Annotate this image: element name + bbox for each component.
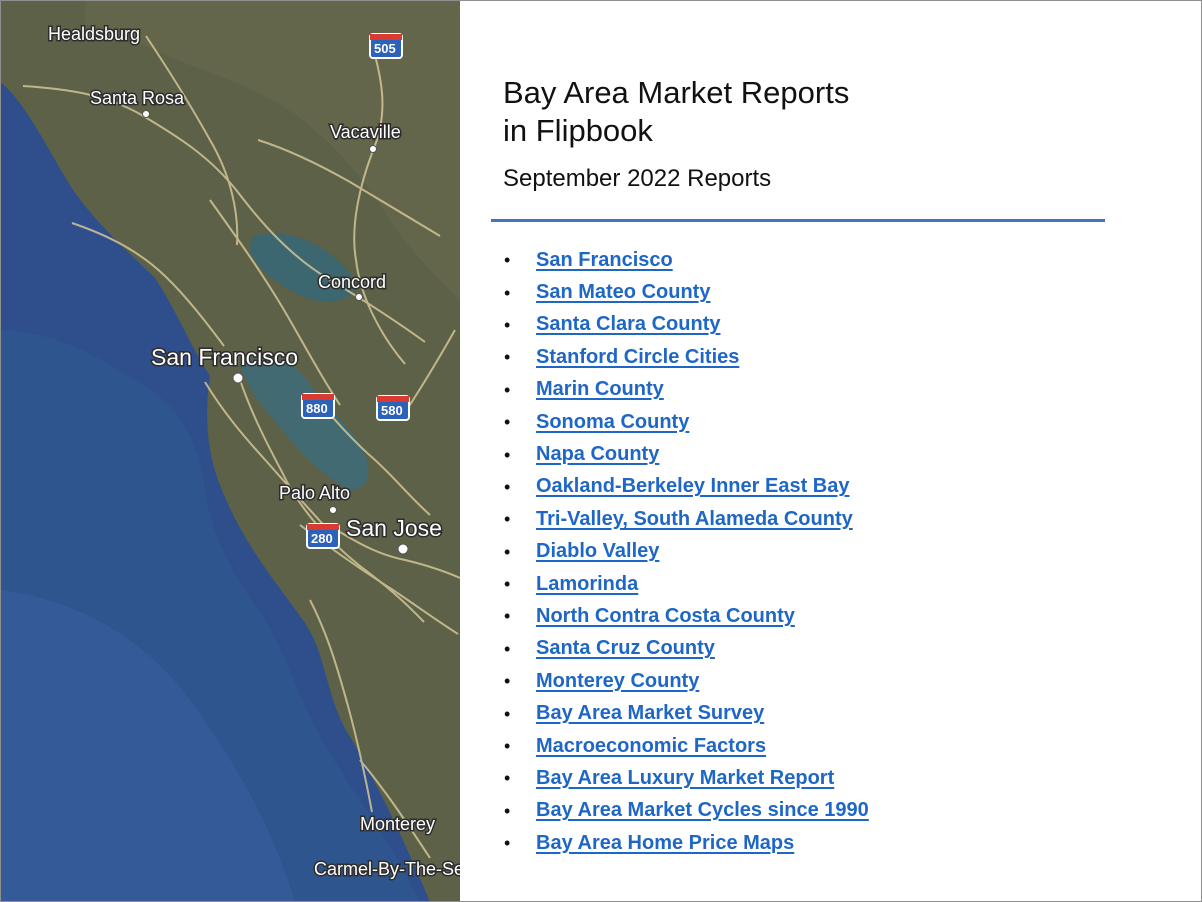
report-list-item: • Diablo Valley <box>504 536 869 568</box>
title-divider <box>491 219 1105 222</box>
report-list-item: • Marin County <box>504 374 869 406</box>
report-list-item: • Stanford Circle Cities <box>504 341 869 373</box>
report-link-bay-area-market-survey[interactable]: Bay Area Market Survey <box>536 702 764 725</box>
map-label-carmel: Carmel-By-The-Sea <box>314 859 460 879</box>
map-label-san-francisco: San Francisco <box>151 344 298 370</box>
bullet-icon: • <box>504 703 511 724</box>
report-link-santa-cruz-county[interactable]: Santa Cruz County <box>536 637 715 660</box>
page-title: Bay Area Market Reports in Flipbook <box>503 74 1023 150</box>
map-label-monterey: Monterey <box>360 814 435 834</box>
svg-text:880: 880 <box>306 401 328 416</box>
report-link-san-mateo-county[interactable]: San Mateo County <box>536 281 710 304</box>
report-link-luxury-market-report[interactable]: Bay Area Luxury Market Report <box>536 767 834 790</box>
highway-shield-505: 505 <box>369 33 403 59</box>
report-link-monterey-county[interactable]: Monterey County <box>536 670 699 693</box>
report-link-diablo-valley[interactable]: Diablo Valley <box>536 540 659 563</box>
highway-shield-880: 880 <box>301 393 335 419</box>
bullet-icon: • <box>504 574 511 595</box>
report-link-santa-clara-county[interactable]: Santa Clara County <box>536 313 720 336</box>
page-title-line-2: in Flipbook <box>503 113 653 148</box>
bullet-icon: • <box>504 833 511 854</box>
bullet-icon: • <box>504 736 511 757</box>
map-graphic: Healdsburg Santa Rosa Vacaville Concord … <box>0 0 460 902</box>
report-link-macroeconomic-factors[interactable]: Macroeconomic Factors <box>536 735 766 758</box>
map-label-vacaville: Vacaville <box>330 122 401 142</box>
report-list-item: • Santa Clara County <box>504 309 869 341</box>
report-link-napa-county[interactable]: Napa County <box>536 443 659 466</box>
report-list-item: • Monterey County <box>504 665 869 697</box>
report-list-item: • Santa Cruz County <box>504 633 869 665</box>
reports-panel: Bay Area Market Reports in Flipbook Sept… <box>460 0 1202 902</box>
bullet-icon: • <box>504 509 511 530</box>
report-links-list: • San Francisco • San Mateo County • Santa … <box>504 244 869 859</box>
report-list-item: • Lamorinda <box>504 568 869 600</box>
report-list-item: • Oakland-Berkeley Inner East Bay <box>504 471 869 503</box>
report-link-san-francisco[interactable]: San Francisco <box>536 249 673 272</box>
report-period-subtitle: September 2022 Reports <box>503 165 772 192</box>
bullet-icon: • <box>504 282 511 303</box>
bullet-icon: • <box>504 379 511 400</box>
bullet-icon: • <box>504 412 511 433</box>
map-label-healdsburg: Healdsburg <box>48 24 140 44</box>
report-link-sonoma-county[interactable]: Sonoma County <box>536 411 689 434</box>
satellite-map: Healdsburg Santa Rosa Vacaville Concord … <box>0 0 460 902</box>
bullet-icon: • <box>504 541 511 562</box>
report-list-item: • Bay Area Home Price Maps <box>504 827 869 859</box>
map-label-concord: Concord <box>318 272 386 292</box>
report-link-home-price-maps[interactable]: Bay Area Home Price Maps <box>536 832 794 855</box>
report-link-market-cycles-since-1990[interactable]: Bay Area Market Cycles since 1990 <box>536 799 869 822</box>
report-link-north-contra-costa-county[interactable]: North Contra Costa County <box>536 605 795 628</box>
report-link-tri-valley[interactable]: Tri-Valley, South Alameda County <box>536 508 853 531</box>
highway-shield-280: 280 <box>306 523 340 549</box>
report-list-item: • Sonoma County <box>504 406 869 438</box>
report-list-item: • Napa County <box>504 438 869 470</box>
report-list-item: • San Francisco <box>504 244 869 276</box>
bullet-icon: • <box>504 250 511 271</box>
bullet-icon: • <box>504 314 511 335</box>
map-label-santa-rosa: Santa Rosa <box>90 88 185 108</box>
svg-text:580: 580 <box>381 403 403 418</box>
report-list-item: • San Mateo County <box>504 276 869 308</box>
bullet-icon: • <box>504 476 511 497</box>
report-link-lamorinda[interactable]: Lamorinda <box>536 573 638 596</box>
highway-shield-580: 580 <box>376 395 410 421</box>
bullet-icon: • <box>504 444 511 465</box>
report-link-stanford-circle-cities[interactable]: Stanford Circle Cities <box>536 346 739 369</box>
page-title-line-1: Bay Area Market Reports <box>503 75 850 110</box>
bullet-icon: • <box>504 638 511 659</box>
report-link-marin-county[interactable]: Marin County <box>536 378 664 401</box>
report-list-item: • Bay Area Market Cycles since 1990 <box>504 795 869 827</box>
svg-text:280: 280 <box>311 531 333 546</box>
map-label-palo-alto: Palo Alto <box>279 483 350 503</box>
bullet-icon: • <box>504 768 511 789</box>
bullet-icon: • <box>504 606 511 627</box>
bullet-icon: • <box>504 800 511 821</box>
report-list-item: • North Contra Costa County <box>504 600 869 632</box>
svg-text:505: 505 <box>374 41 396 56</box>
bullet-icon: • <box>504 347 511 368</box>
report-list-item: • Tri-Valley, South Alameda County <box>504 503 869 535</box>
bullet-icon: • <box>504 671 511 692</box>
report-list-item: • Macroeconomic Factors <box>504 730 869 762</box>
report-link-oakland-berkeley[interactable]: Oakland-Berkeley Inner East Bay <box>536 475 849 498</box>
map-label-san-jose: San Jose <box>346 515 442 541</box>
report-list-item: • Bay Area Market Survey <box>504 697 869 729</box>
report-list-item: • Bay Area Luxury Market Report <box>504 762 869 794</box>
